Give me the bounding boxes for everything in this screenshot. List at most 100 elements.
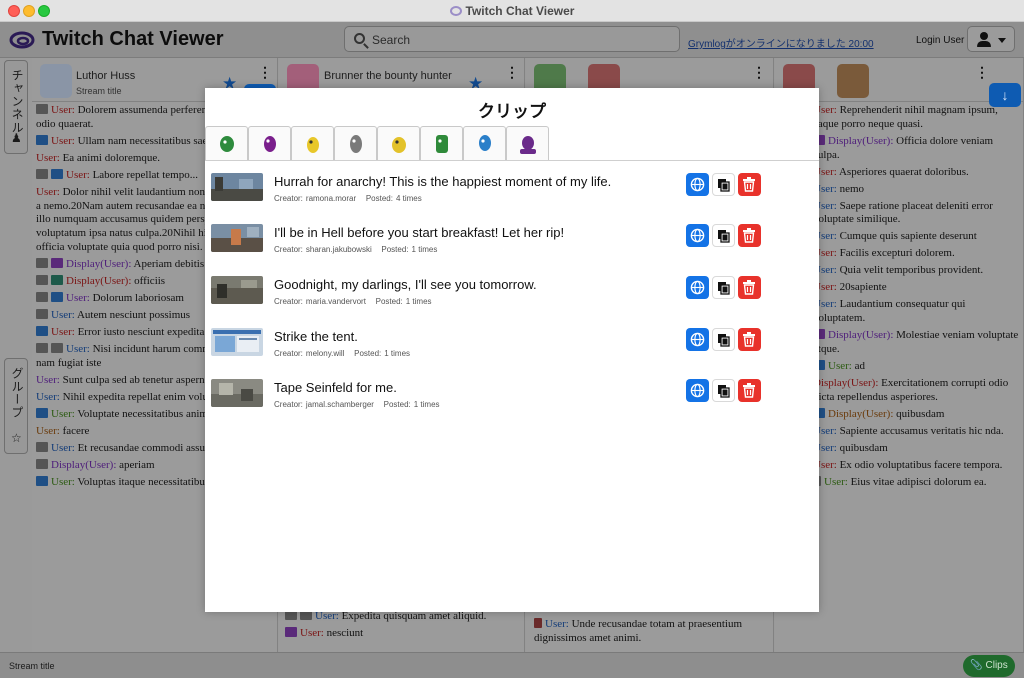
channel-tab[interactable]: [377, 126, 420, 160]
clip-meta: Creator: ramona.morar Posted: 4 times: [274, 194, 422, 203]
column-menu-icon[interactable]: ⋮: [258, 64, 272, 81]
delete-clip-button[interactable]: [738, 379, 761, 402]
user-badge-icon: [51, 274, 63, 285]
open-clip-web-button[interactable]: [686, 224, 709, 247]
copy-icon: [718, 334, 730, 347]
chat-message: User: Sapiente accusamus veritatis hic n…: [813, 424, 1004, 437]
globe-icon: [690, 280, 705, 295]
user-badge-icon: [36, 475, 48, 486]
trash-icon: [743, 228, 755, 243]
clip-thumbnail[interactable]: [211, 173, 263, 201]
app-header: Twitch Chat Viewer Search Grymlogがオンラインに…: [0, 22, 1024, 58]
copy-clip-button[interactable]: [712, 173, 735, 196]
column-menu-icon[interactable]: ⋮: [975, 64, 989, 81]
login-user-label: Login User: [916, 35, 965, 46]
channel-tab[interactable]: [420, 126, 463, 160]
chat-message: User: ad: [813, 359, 1019, 374]
chat-messages: User: Expedita quisquam amet aliquid. Us…: [285, 610, 486, 644]
channel-avatar[interactable]: [837, 64, 869, 98]
status-text: Stream title: [9, 661, 55, 671]
copy-clip-button[interactable]: [712, 224, 735, 247]
chat-message: User: Expedita quisquam amet aliquid.: [285, 610, 486, 624]
channel-tab[interactable]: [506, 126, 549, 160]
chat-message: User: Ex odio voluptatibus facere tempor…: [813, 458, 1003, 471]
window-titlebar: Twitch Chat Viewer: [0, 0, 1024, 22]
user-badge-icon: [36, 308, 48, 319]
user-badge-icon: [36, 325, 48, 336]
clip-row: Hurrah for anarchy! This is the happiest…: [205, 173, 819, 221]
channel-avatar[interactable]: [40, 64, 72, 98]
sidebar-tab-groups-label: グループ: [10, 367, 24, 419]
tabs-divider: [205, 160, 819, 161]
channel-tab[interactable]: [248, 126, 291, 160]
user-badge-icon: [36, 257, 48, 268]
clip-title: Goodnight, my darlings, I'll see you tom…: [274, 277, 537, 292]
copy-clip-button[interactable]: [712, 379, 735, 402]
channel-name: Brunner the bounty hunter: [324, 70, 452, 82]
clip-thumbnail[interactable]: [211, 379, 263, 407]
user-badge-icon: [51, 257, 63, 268]
open-clip-web-button[interactable]: [686, 276, 709, 299]
chat-message: User: Unde recusandae totam at praesenti…: [534, 618, 743, 644]
chat-message: User: Cumque quis sapiente deserunt: [813, 230, 977, 243]
clip-title: Tape Seinfeld for me.: [274, 380, 397, 395]
twitch-logo-icon: [9, 31, 35, 49]
chat-message: User: Laudantium consequatur qui volupta…: [813, 298, 966, 325]
globe-icon: [690, 332, 705, 347]
clip-meta: Creator: jamal.schamberger Posted: 1 times: [274, 400, 440, 409]
open-clip-web-button[interactable]: [686, 379, 709, 402]
clip-title: Hurrah for anarchy! This is the happiest…: [274, 174, 612, 189]
chat-message: User: Quia velit temporibus provident.: [813, 264, 984, 277]
clip-row: Strike the tent. Creator: melony.will Pos…: [205, 328, 819, 376]
channel-avatar-icon: [220, 136, 234, 152]
channel-tab[interactable]: [291, 126, 334, 160]
channel-tab[interactable]: [463, 126, 506, 160]
user-badge-icon: [51, 168, 63, 179]
column-menu-icon[interactable]: ⋮: [752, 64, 766, 81]
trash-icon: [743, 177, 755, 192]
sidebar-tab-groups[interactable]: グループ ☆: [4, 358, 28, 454]
clip-row: Goodnight, my darlings, I'll see you tom…: [205, 276, 819, 324]
chat-message: User: Facilis excepturi dolorem.: [813, 247, 955, 260]
column-menu-icon[interactable]: ⋮: [505, 64, 519, 81]
delete-clip-button[interactable]: [738, 173, 761, 196]
chat-message: Display(User): Exercitationem corrupti o…: [813, 376, 1009, 403]
chat-messages: User: Unde recusandae totam at praesenti…: [534, 618, 770, 649]
sidebar-tab-channels-label: チャンネル: [10, 69, 24, 134]
chat-message: User: Reprehenderit nihil magnam ipsum, …: [813, 104, 998, 130]
open-clip-web-button[interactable]: [686, 173, 709, 196]
open-clip-web-button[interactable]: [686, 328, 709, 351]
online-notice-link[interactable]: Grymlogがオンラインになりました 20:00: [688, 35, 874, 50]
clip-meta: Creator: maria.vandervort Posted: 1 times: [274, 297, 432, 306]
user-badge-icon: [36, 104, 48, 114]
globe-icon: [690, 383, 705, 398]
channel-avatar-icon: [264, 136, 276, 152]
copy-icon: [718, 282, 730, 295]
channel-avatar-icon: [436, 135, 448, 153]
copy-icon: [718, 179, 730, 192]
user-badge-icon: [36, 441, 48, 452]
clip-row: Tape Seinfeld for me. Creator: jamal.scha…: [205, 379, 819, 427]
search-input[interactable]: Search: [344, 26, 680, 52]
copy-clip-button[interactable]: [712, 276, 735, 299]
copy-icon: [718, 385, 730, 398]
sidebar-tab-channels[interactable]: チャンネル ♟: [4, 60, 28, 154]
channel-tab[interactable]: [205, 126, 248, 160]
delete-clip-button[interactable]: [738, 328, 761, 351]
modal-title: クリップ: [478, 102, 546, 121]
user-menu-button[interactable]: [967, 26, 1015, 52]
user-badge-icon: [285, 626, 297, 637]
chat-message: Display(User): quibusdam: [813, 407, 1019, 422]
clip-thumbnail[interactable]: [211, 224, 263, 252]
clip-thumbnail[interactable]: [211, 276, 263, 304]
delete-clip-button[interactable]: [738, 276, 761, 299]
copy-clip-button[interactable]: [712, 328, 735, 351]
channel-tab[interactable]: [334, 126, 377, 160]
user-badge-icon: [51, 291, 63, 302]
clip-thumbnail[interactable]: [211, 328, 263, 356]
clip-title: Strike the tent.: [274, 329, 358, 344]
delete-clip-button[interactable]: [738, 224, 761, 247]
clips-button[interactable]: 📎 Clips: [963, 655, 1015, 677]
user-badge-icon: [51, 342, 63, 353]
status-bar: Stream title 📎 Clips: [0, 652, 1024, 678]
